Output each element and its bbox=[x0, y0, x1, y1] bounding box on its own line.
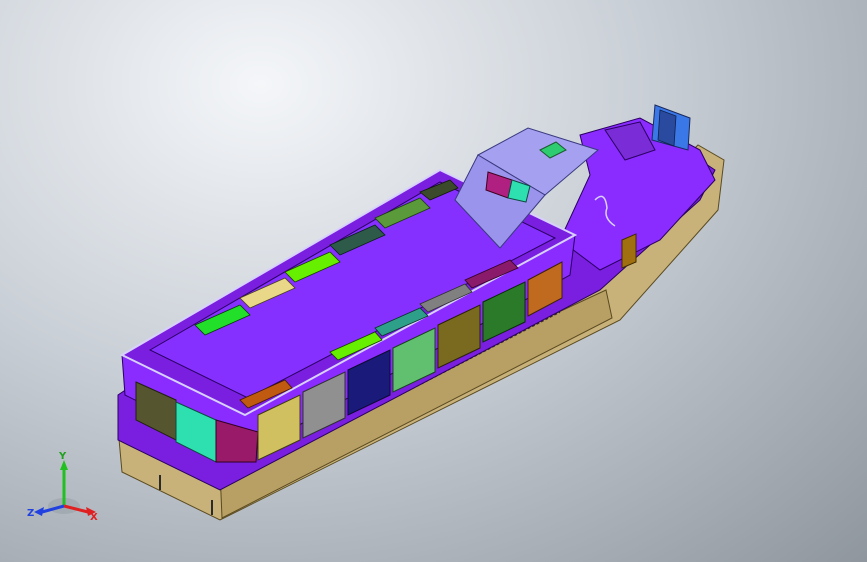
orientation-triad[interactable]: Y X Z bbox=[26, 448, 106, 528]
y-axis-label: Y bbox=[58, 451, 67, 462]
x-axis-label: X bbox=[90, 512, 98, 523]
3d-viewport[interactable]: Y X Z bbox=[0, 0, 867, 562]
boat-3d-model[interactable] bbox=[0, 0, 867, 562]
z-axis-head bbox=[34, 507, 44, 516]
z-axis-label: Z bbox=[27, 508, 34, 519]
bow-door bbox=[621, 233, 637, 269]
bow-screen-dark bbox=[657, 109, 677, 147]
